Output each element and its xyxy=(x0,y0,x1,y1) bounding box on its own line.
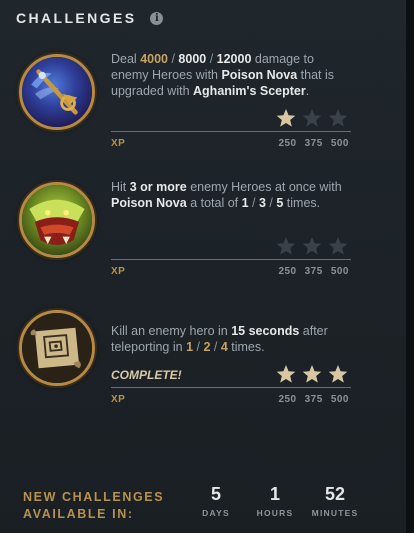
tier-value: 1 xyxy=(241,196,249,210)
xp-values: 250 375 500 xyxy=(278,266,349,277)
timer-minutes: 52 MINUTES xyxy=(306,484,364,518)
timer-hours: 1 HOURS xyxy=(253,484,297,518)
timer-hours-unit: HOURS xyxy=(256,508,294,518)
star-filled-icon xyxy=(302,365,322,383)
xp-tier-1: 250 xyxy=(278,394,297,405)
timer-minutes-value: 52 xyxy=(324,484,346,504)
poison-nova-scepter-icon xyxy=(19,54,95,130)
challenge-1-description: Deal 4000 / 8000 / 12000 damage to enemy… xyxy=(111,51,351,99)
challenge-2: Hit 3 or more enemy Heroes at once with … xyxy=(0,172,406,282)
xp-row: XP 250 375 500 xyxy=(111,138,349,149)
text-run: times. xyxy=(283,196,321,210)
time-limit: 15 seconds xyxy=(231,324,300,338)
star-empty-icon xyxy=(302,237,322,255)
xp-label: XP xyxy=(111,138,126,149)
star-filled-icon xyxy=(328,365,348,383)
text-run: Deal xyxy=(111,52,141,66)
ability-name: Poison Nova xyxy=(111,196,187,210)
xp-tier-1: 250 xyxy=(278,266,297,277)
text-run: enemy Heroes at once with xyxy=(186,180,342,194)
challenge-3-description: Kill an enemy hero in 15 seconds after t… xyxy=(111,323,351,355)
new-challenges-line-1: NEW CHALLENGES xyxy=(23,490,165,504)
xp-tier-2: 375 xyxy=(304,266,323,277)
tier-value: 8000 xyxy=(178,52,207,66)
info-icon[interactable]: i xyxy=(150,11,164,25)
text-run: Hit xyxy=(111,180,130,194)
text-run: / xyxy=(206,52,217,66)
star-rating xyxy=(276,364,348,384)
star-empty-icon xyxy=(328,109,348,127)
tier-value: 4 xyxy=(220,340,228,354)
tier-value: 4000 xyxy=(140,52,168,66)
divider xyxy=(111,259,351,260)
ability-name: Poison Nova xyxy=(221,68,298,82)
complete-label: COMPLETE! xyxy=(111,368,182,382)
xp-tier-3: 500 xyxy=(330,394,349,405)
new-challenges-label: NEW CHALLENGES AVAILABLE IN: xyxy=(23,489,164,523)
timer-hours-value: 1 xyxy=(269,484,280,504)
star-filled-icon xyxy=(276,109,296,127)
xp-tier-1: 250 xyxy=(278,138,297,149)
xp-tier-2: 375 xyxy=(304,138,323,149)
text-run: / xyxy=(210,340,221,354)
divider xyxy=(111,387,351,388)
timer-days-value: 5 xyxy=(210,484,221,504)
challenge-1: Deal 4000 / 8000 / 12000 damage to enemy… xyxy=(0,44,406,154)
challenge-2-description: Hit 3 or more enemy Heroes at once with … xyxy=(111,179,351,211)
xp-values: 250 375 500 xyxy=(278,394,349,405)
timer-minutes-unit: MINUTES xyxy=(311,508,359,518)
xp-tier-2: 375 xyxy=(304,394,323,405)
star-empty-icon xyxy=(328,237,348,255)
challenges-header: CHALLENGES i xyxy=(16,10,164,26)
challenges-panel: CHALLENGES i Deal 4000 / 8000 / 12000 da… xyxy=(0,0,414,533)
text-run: / xyxy=(168,52,179,66)
xp-tier-3: 500 xyxy=(330,138,349,149)
star-rating xyxy=(276,236,348,256)
timer-days: 5 DAYS xyxy=(198,484,234,518)
tier-value: 12000 xyxy=(216,52,252,66)
challenge-3: Kill an enemy hero in 15 seconds after t… xyxy=(0,300,406,410)
tier-value: 1 xyxy=(186,340,194,354)
text-run: Kill an enemy hero in xyxy=(111,324,232,338)
tier-value: 3 xyxy=(259,196,266,210)
teleport-scroll-icon xyxy=(19,310,95,386)
text-run: / xyxy=(265,196,277,210)
xp-row: XP 250 375 500 xyxy=(111,266,349,277)
text-run: / xyxy=(193,340,204,354)
divider xyxy=(111,131,351,132)
item-name: Aghanim's Scepter xyxy=(193,84,306,98)
text-run: a total of xyxy=(186,196,242,210)
xp-row: XP 250 375 500 xyxy=(111,394,349,405)
xp-label: XP xyxy=(111,394,126,405)
venomancer-head-icon xyxy=(19,182,95,258)
xp-tier-3: 500 xyxy=(330,266,349,277)
xp-values: 250 375 500 xyxy=(278,138,349,149)
star-filled-icon xyxy=(276,365,296,383)
text-run: . xyxy=(305,84,310,98)
star-empty-icon xyxy=(302,109,322,127)
xp-label: XP xyxy=(111,266,126,277)
text-run: / xyxy=(248,196,259,210)
timer-days-unit: DAYS xyxy=(202,508,230,518)
star-rating xyxy=(276,108,348,128)
target-count: 3 or more xyxy=(129,180,187,194)
text-run: times. xyxy=(227,340,265,354)
star-empty-icon xyxy=(276,237,296,255)
new-challenges-line-2: AVAILABLE IN: xyxy=(23,507,134,521)
challenges-title: CHALLENGES xyxy=(16,10,137,26)
